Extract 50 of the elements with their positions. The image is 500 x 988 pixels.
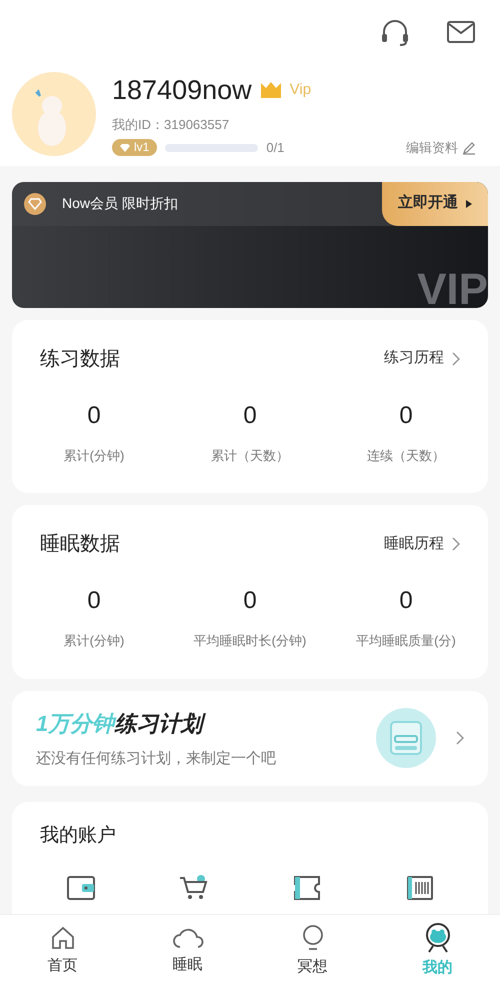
nav-tab[interactable]: 睡眠 [125, 915, 250, 988]
wallet-icon[interactable] [66, 874, 96, 900]
vip-watermark: VIP [417, 268, 488, 308]
ticket-icon[interactable] [292, 874, 320, 900]
home-icon [50, 925, 76, 952]
activate-button[interactable]: 立即开通 [382, 182, 488, 226]
level-badge: lv1 [112, 139, 158, 156]
stat-label: 平均睡眠时长(分钟) [194, 632, 306, 650]
plan-card[interactable]: 1万分钟练习计划 还没有任何练习计划，来制定一个吧 [12, 690, 488, 786]
vip-banner[interactable]: Now会员 限时折扣 立即开通 VIP [12, 182, 488, 308]
stat-value: 0 [399, 400, 413, 430]
cart-icon[interactable] [178, 874, 208, 900]
plan-title: 1万分钟练习计划 [36, 706, 376, 740]
notebook-icon [376, 708, 436, 768]
diamond-icon [120, 144, 130, 152]
barcode-icon[interactable] [406, 874, 434, 900]
edit-profile-link[interactable]: 编辑资料 [406, 138, 476, 158]
section-title: 练习数据 [40, 346, 120, 372]
section-title: 我的账户 [40, 825, 116, 846]
nav-tab[interactable]: 冥想 [250, 915, 375, 988]
username: 187409now [112, 74, 252, 107]
history-link[interactable]: 练习历程 [384, 347, 460, 370]
stat-value: 0 [87, 586, 101, 616]
chevron-icon [452, 537, 460, 551]
cloud-icon [172, 926, 204, 950]
lightbulb-icon [300, 924, 324, 952]
stat-label: 累计(分钟) [64, 446, 124, 465]
section-title: 睡眠数据 [40, 532, 120, 557]
pencil-icon [462, 140, 476, 155]
stat-value: 0 [399, 586, 413, 616]
stat-value: 0 [243, 400, 257, 430]
play-arrow-icon [466, 200, 472, 208]
headset-icon[interactable] [380, 20, 410, 46]
chevron-icon [452, 352, 460, 366]
chevron-icon [456, 731, 464, 746]
crown-icon [260, 81, 282, 100]
stat-value: 0 [243, 586, 257, 616]
vip-promo-text: Now会员 限时折扣 [62, 194, 178, 213]
plan-subtitle: 还没有任何练习计划，来制定一个吧 [36, 748, 277, 768]
vip-label: Vip [290, 80, 312, 100]
stat-label: 连续（天数） [367, 446, 445, 464]
profile-icon [424, 923, 450, 954]
stat-value: 0 [87, 400, 101, 430]
history-link[interactable]: 睡眠历程 [384, 532, 460, 556]
stat-label: 累计(分钟) [64, 632, 124, 650]
stat-label: 平均睡眠质量(分) [356, 632, 456, 650]
nav-tab[interactable]: 首页 [0, 915, 125, 988]
stat-label: 累计（天数） [211, 446, 289, 464]
user-id: 我的ID：319063557 [112, 116, 230, 134]
mail-icon[interactable] [446, 20, 476, 44]
